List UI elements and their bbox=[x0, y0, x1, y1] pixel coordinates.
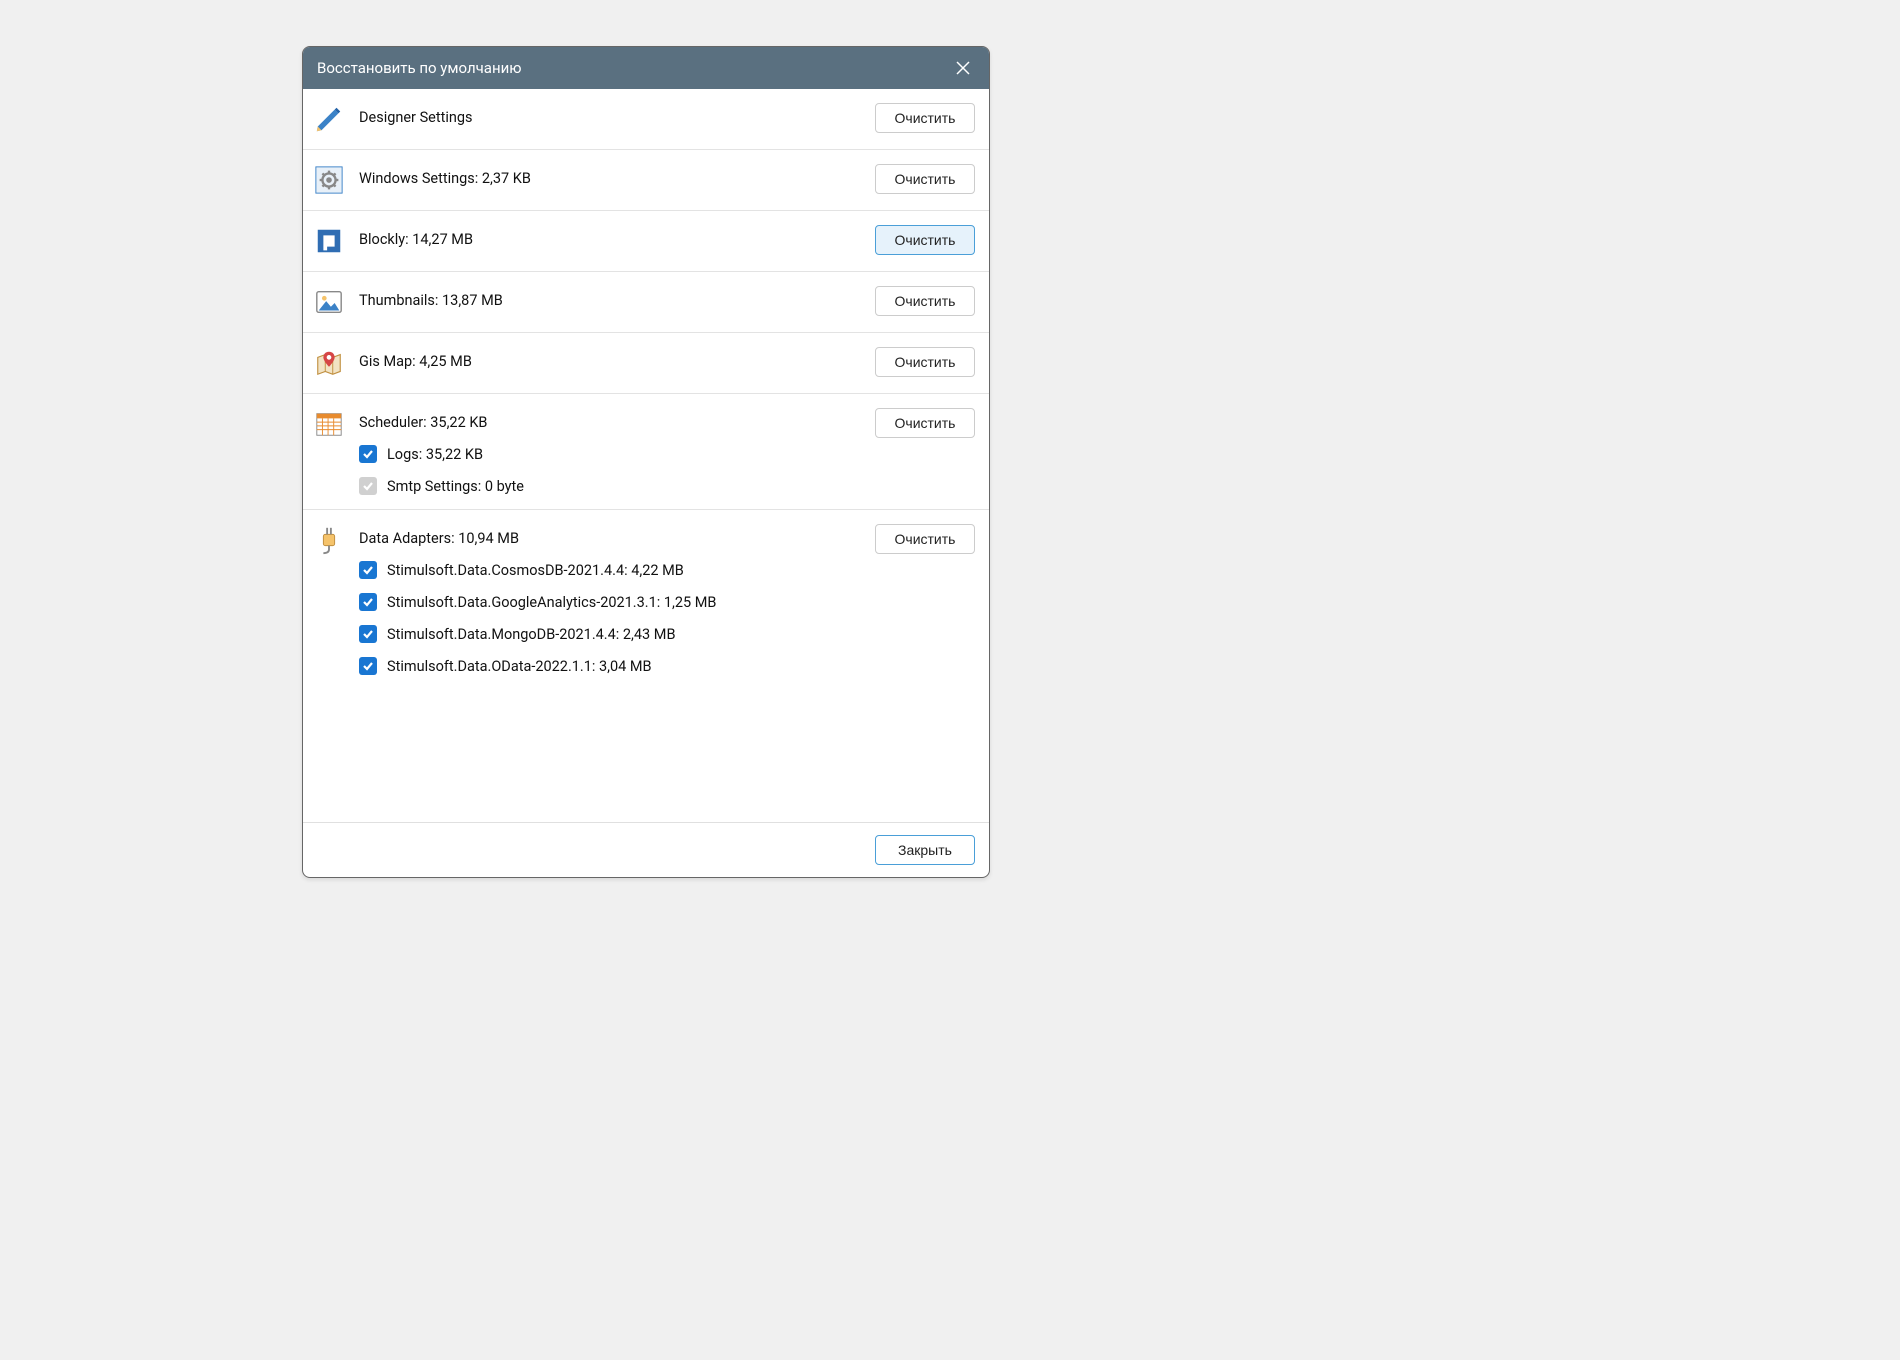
sub-item-adapter: Stimulsoft.Data.GoogleAnalytics-2021.3.1… bbox=[359, 593, 865, 611]
sub-label: Stimulsoft.Data.CosmosDB-2021.4.4: 4,22 … bbox=[387, 562, 684, 579]
row-label: Gis Map: 4,25 MB bbox=[359, 353, 865, 370]
row-label: Designer Settings bbox=[359, 109, 865, 126]
sub-item-adapter: Stimulsoft.Data.MongoDB-2021.4.4: 2,43 M… bbox=[359, 625, 865, 643]
checkbox[interactable] bbox=[359, 625, 377, 643]
sub-item-adapter: Stimulsoft.Data.CosmosDB-2021.4.4: 4,22 … bbox=[359, 561, 865, 579]
checkbox[interactable] bbox=[359, 561, 377, 579]
gear-icon bbox=[313, 164, 345, 196]
row-label: Windows Settings: 2,37 KB bbox=[359, 170, 865, 187]
clear-button[interactable]: Очистить bbox=[875, 103, 975, 133]
restore-defaults-dialog: Восстановить по умолчанию Designer Setti… bbox=[302, 46, 990, 878]
clear-button[interactable]: Очистить bbox=[875, 164, 975, 194]
sub-item-logs: Logs: 35,22 KB bbox=[359, 445, 865, 463]
pencil-icon bbox=[313, 103, 345, 135]
clear-button[interactable]: Очистить bbox=[875, 347, 975, 377]
checkbox[interactable] bbox=[359, 657, 377, 675]
row-data-adapters: Data Adapters: 10,94 MB Stimulsoft.Data.… bbox=[303, 510, 989, 689]
row-thumbnails: Thumbnails: 13,87 MB Очистить bbox=[303, 272, 989, 333]
clear-button[interactable]: Очистить bbox=[875, 225, 975, 255]
checkbox[interactable] bbox=[359, 445, 377, 463]
checkbox[interactable] bbox=[359, 593, 377, 611]
row-label: Data Adapters: 10,94 MB bbox=[359, 530, 865, 547]
dialog-footer: Закрыть bbox=[303, 822, 989, 877]
sub-label: Stimulsoft.Data.GoogleAnalytics-2021.3.1… bbox=[387, 594, 716, 611]
calendar-icon bbox=[313, 408, 345, 440]
checkbox bbox=[359, 477, 377, 495]
row-label: Blockly: 14,27 MB bbox=[359, 231, 865, 248]
blockly-icon bbox=[313, 225, 345, 257]
clear-button[interactable]: Очистить bbox=[875, 286, 975, 316]
plug-icon bbox=[313, 524, 345, 556]
map-pin-icon bbox=[313, 347, 345, 379]
sub-label: Stimulsoft.Data.MongoDB-2021.4.4: 2,43 M… bbox=[387, 626, 675, 643]
close-button[interactable]: Закрыть bbox=[875, 835, 975, 865]
row-label: Thumbnails: 13,87 MB bbox=[359, 292, 865, 309]
close-icon[interactable] bbox=[951, 56, 975, 80]
titlebar: Восстановить по умолчанию bbox=[303, 47, 989, 89]
row-label: Scheduler: 35,22 KB bbox=[359, 414, 865, 431]
sub-item-smtp: Smtp Settings: 0 byte bbox=[359, 477, 865, 495]
sub-item-adapter: Stimulsoft.Data.OData-2022.1.1: 3,04 MB bbox=[359, 657, 865, 675]
row-gis-map: Gis Map: 4,25 MB Очистить bbox=[303, 333, 989, 394]
sub-label: Smtp Settings: 0 byte bbox=[387, 478, 524, 495]
sub-label: Stimulsoft.Data.OData-2022.1.1: 3,04 MB bbox=[387, 658, 652, 675]
row-blockly: Blockly: 14,27 MB Очистить bbox=[303, 211, 989, 272]
row-scheduler: Scheduler: 35,22 KB Logs: 35,22 KB Smtp … bbox=[303, 394, 989, 510]
row-windows-settings: Windows Settings: 2,37 KB Очистить bbox=[303, 150, 989, 211]
clear-button[interactable]: Очистить bbox=[875, 524, 975, 554]
row-designer-settings: Designer Settings Очистить bbox=[303, 89, 989, 150]
clear-button[interactable]: Очистить bbox=[875, 408, 975, 438]
sub-label: Logs: 35,22 KB bbox=[387, 446, 483, 463]
image-icon bbox=[313, 286, 345, 318]
dialog-title: Восстановить по умолчанию bbox=[317, 59, 522, 77]
dialog-content: Designer Settings Очистить Windows Setti… bbox=[303, 89, 989, 822]
